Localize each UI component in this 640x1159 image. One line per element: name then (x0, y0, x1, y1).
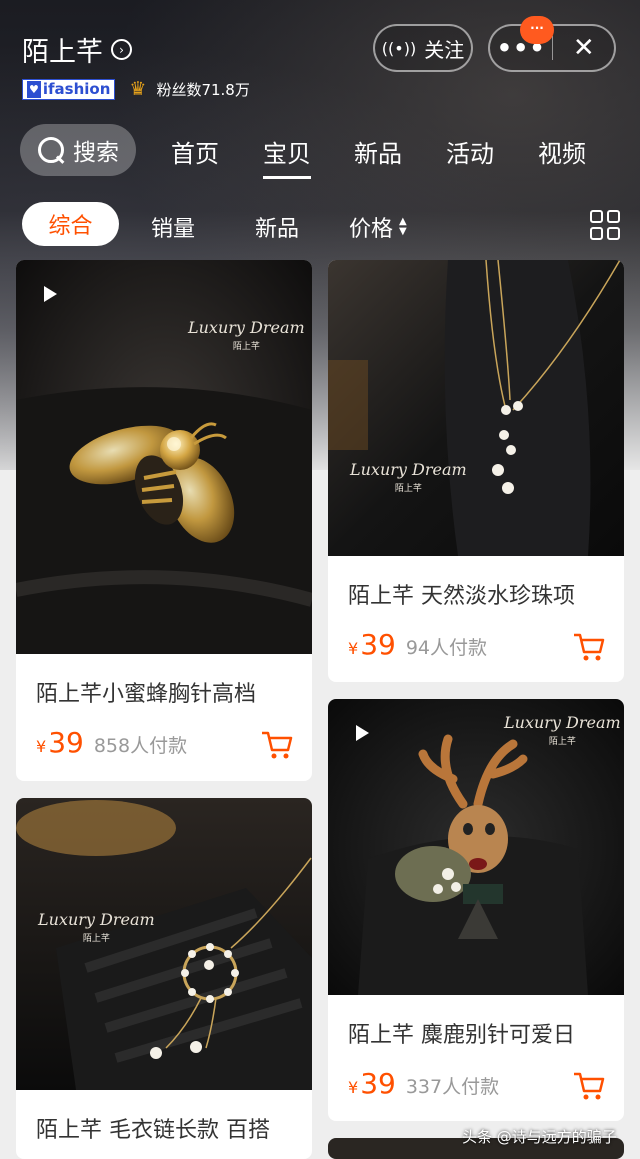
product-card[interactable]: Luxury Dream 陌上芊 陌上芊小蜜蜂胸针高档 ¥ 39 858人付款 (16, 260, 312, 781)
price-row: ¥ 39 337人付款 (348, 1067, 499, 1100)
broadcast-icon: ((•)) (381, 38, 417, 58)
price-row: ¥ 39 858人付款 (36, 726, 187, 759)
sold-count: 94人付款 (405, 637, 488, 659)
brand-watermark-main: Luxury Dream (38, 910, 155, 929)
filter-price[interactable]: 价格 ▲ ▼ (349, 211, 407, 243)
brand-watermark-sub: 陌上芊 (82, 934, 110, 944)
crown-icon: ♛ (129, 78, 147, 100)
product-card[interactable]: Luxury Dream 陌上芊 陌上芊 天然淡水珍珠项 ¥ 39 94人付款 (328, 260, 624, 682)
tab-activity[interactable]: 活动 (446, 134, 494, 169)
filter-new[interactable]: 新品 (255, 211, 299, 243)
search-button[interactable]: 搜索 (20, 124, 136, 176)
product-image: Luxury Dream 陌上芊 (16, 798, 312, 1090)
sold-count: 858人付款 (93, 735, 188, 757)
video-play-icon (44, 286, 57, 302)
brand-watermark-sub: 陌上芊 (548, 737, 576, 747)
heart-icon: ♥ (27, 80, 41, 98)
product-image: Luxury Dream 陌上芊 (328, 699, 624, 995)
tab-home[interactable]: 首页 (171, 134, 219, 169)
notification-badge: ··· (520, 16, 554, 44)
chevron-right-icon: › (111, 39, 132, 60)
close-button[interactable]: ✕ (553, 33, 614, 63)
brand-watermark: Luxury Dream 陌上芊 (38, 910, 155, 944)
product-title: 陌上芊 毛衣链长款 百搭 (36, 1118, 270, 1143)
product-card[interactable]: Luxury Dream 陌上芊 陌上芊 毛衣链长款 百搭 (16, 798, 312, 1159)
follow-label: 关注 (424, 37, 465, 62)
brand-watermark: Luxury Dream 陌上芊 (188, 318, 305, 352)
shop-nav-tabs: 搜索 首页 宝贝 新品 活动 视频 (0, 124, 640, 179)
tab-new[interactable]: 新品 (354, 134, 402, 169)
product-price: 39 (48, 726, 84, 759)
sold-count: 337人付款 (405, 1076, 500, 1098)
brand-watermark: Luxury Dream 陌上芊 (504, 713, 621, 747)
product-price: 39 (360, 628, 396, 661)
search-icon (37, 136, 65, 164)
brand-watermark-main: Luxury Dream (350, 460, 467, 479)
shop-name: 陌上芊 (22, 37, 103, 68)
shop-name-row[interactable]: 陌上芊 › (22, 30, 132, 69)
add-to-cart-icon[interactable] (572, 630, 606, 664)
product-image: Luxury Dream 陌上芊 (328, 260, 624, 556)
product-price: 39 (360, 1067, 396, 1100)
follow-button[interactable]: ((•)) 关注 (373, 24, 473, 72)
filter-comprehensive[interactable]: 综合 (22, 202, 119, 246)
filter-price-label: 价格 (349, 217, 394, 242)
tab-video[interactable]: 视频 (538, 134, 586, 169)
product-title: 陌上芊 天然淡水珍珠项 (348, 584, 575, 609)
product-title: 陌上芊 麋鹿别针可爱日 (348, 1023, 575, 1048)
product-image: Luxury Dream 陌上芊 (16, 260, 312, 654)
brand-watermark-main: Luxury Dream (504, 713, 621, 732)
ifashion-badge: ♥ ifashion (22, 78, 116, 100)
shop-header: 陌上芊 › ♥ ifashion ♛ 粉丝数71.8万 ((•)) 关注 •••… (0, 0, 640, 120)
brand-watermark-sub: 陌上芊 (394, 484, 422, 494)
video-play-icon (356, 725, 369, 741)
grid-view-icon[interactable] (590, 210, 620, 240)
shop-badges: ♥ ifashion ♛ 粉丝数71.8万 (22, 78, 250, 100)
add-to-cart-icon[interactable] (260, 728, 294, 762)
tab-items[interactable]: 宝贝 (263, 134, 311, 179)
brand-watermark: Luxury Dream 陌上芊 (350, 460, 467, 494)
add-to-cart-icon[interactable] (572, 1069, 606, 1103)
ifashion-label: ifashion (42, 79, 111, 98)
filter-sales[interactable]: 销量 (151, 211, 195, 243)
currency-symbol: ¥ (348, 639, 359, 658)
currency-symbol: ¥ (36, 737, 47, 756)
price-row: ¥ 39 94人付款 (348, 628, 487, 661)
source-watermark: 头条 @诗与远方的骗子 (462, 1128, 617, 1146)
product-title: 陌上芊小蜜蜂胸针高档 (36, 682, 257, 707)
product-card[interactable]: Luxury Dream 陌上芊 陌上芊 麋鹿别针可爱日 ¥ 39 337人付款 (328, 699, 624, 1121)
brand-watermark-main: Luxury Dream (188, 318, 305, 337)
sort-updown-icon: ▲ ▼ (399, 216, 407, 237)
sort-filter-bar: 综合 销量 新品 价格 ▲ ▼ (0, 200, 640, 248)
currency-symbol: ¥ (348, 1078, 359, 1097)
fans-count: 粉丝数71.8万 (156, 80, 250, 99)
search-label: 搜索 (73, 140, 119, 166)
brand-watermark-sub: 陌上芊 (232, 342, 260, 352)
